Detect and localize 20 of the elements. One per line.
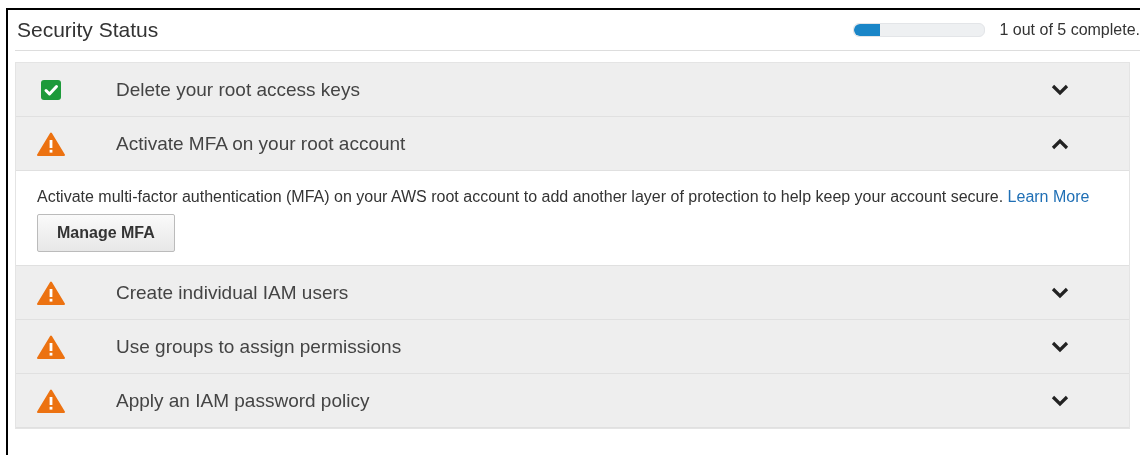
item-label: Delete your root access keys: [116, 78, 361, 101]
accordion-row[interactable]: Apply an IAM password policy: [16, 374, 1129, 428]
item-label: Use groups to assign permissions: [116, 335, 403, 358]
chevron-down-icon: [1051, 286, 1069, 299]
manage-mfa-button[interactable]: Manage MFA: [37, 214, 175, 252]
item-label: Create individual IAM users: [116, 281, 350, 304]
chevron-down-icon: [1051, 340, 1069, 353]
accordion-row[interactable]: Use groups to assign permissions: [16, 320, 1129, 374]
progress-label: 1 out of 5 complete.: [999, 21, 1140, 39]
accordion-row[interactable]: Activate MFA on your root account: [16, 117, 1129, 171]
item-label: Activate MFA on your root account: [116, 132, 407, 155]
item-label: Apply an IAM password policy: [116, 389, 371, 412]
accordion-row[interactable]: Delete your root access keys: [16, 63, 1129, 117]
section-title: Security Status: [17, 18, 159, 42]
accordion-row[interactable]: Create individual IAM users: [16, 266, 1129, 320]
description-text: Activate multi-factor authentication (MFA) on your AWS root account to add another layer of protection to help keep your account secure. Learn More: [37, 187, 1091, 207]
chevron-down-icon: [1051, 83, 1069, 96]
chevron-up-icon: [1051, 137, 1069, 150]
learn-more-link[interactable]: Learn More: [1007, 188, 1090, 205]
chevron-down-icon: [1051, 394, 1069, 407]
